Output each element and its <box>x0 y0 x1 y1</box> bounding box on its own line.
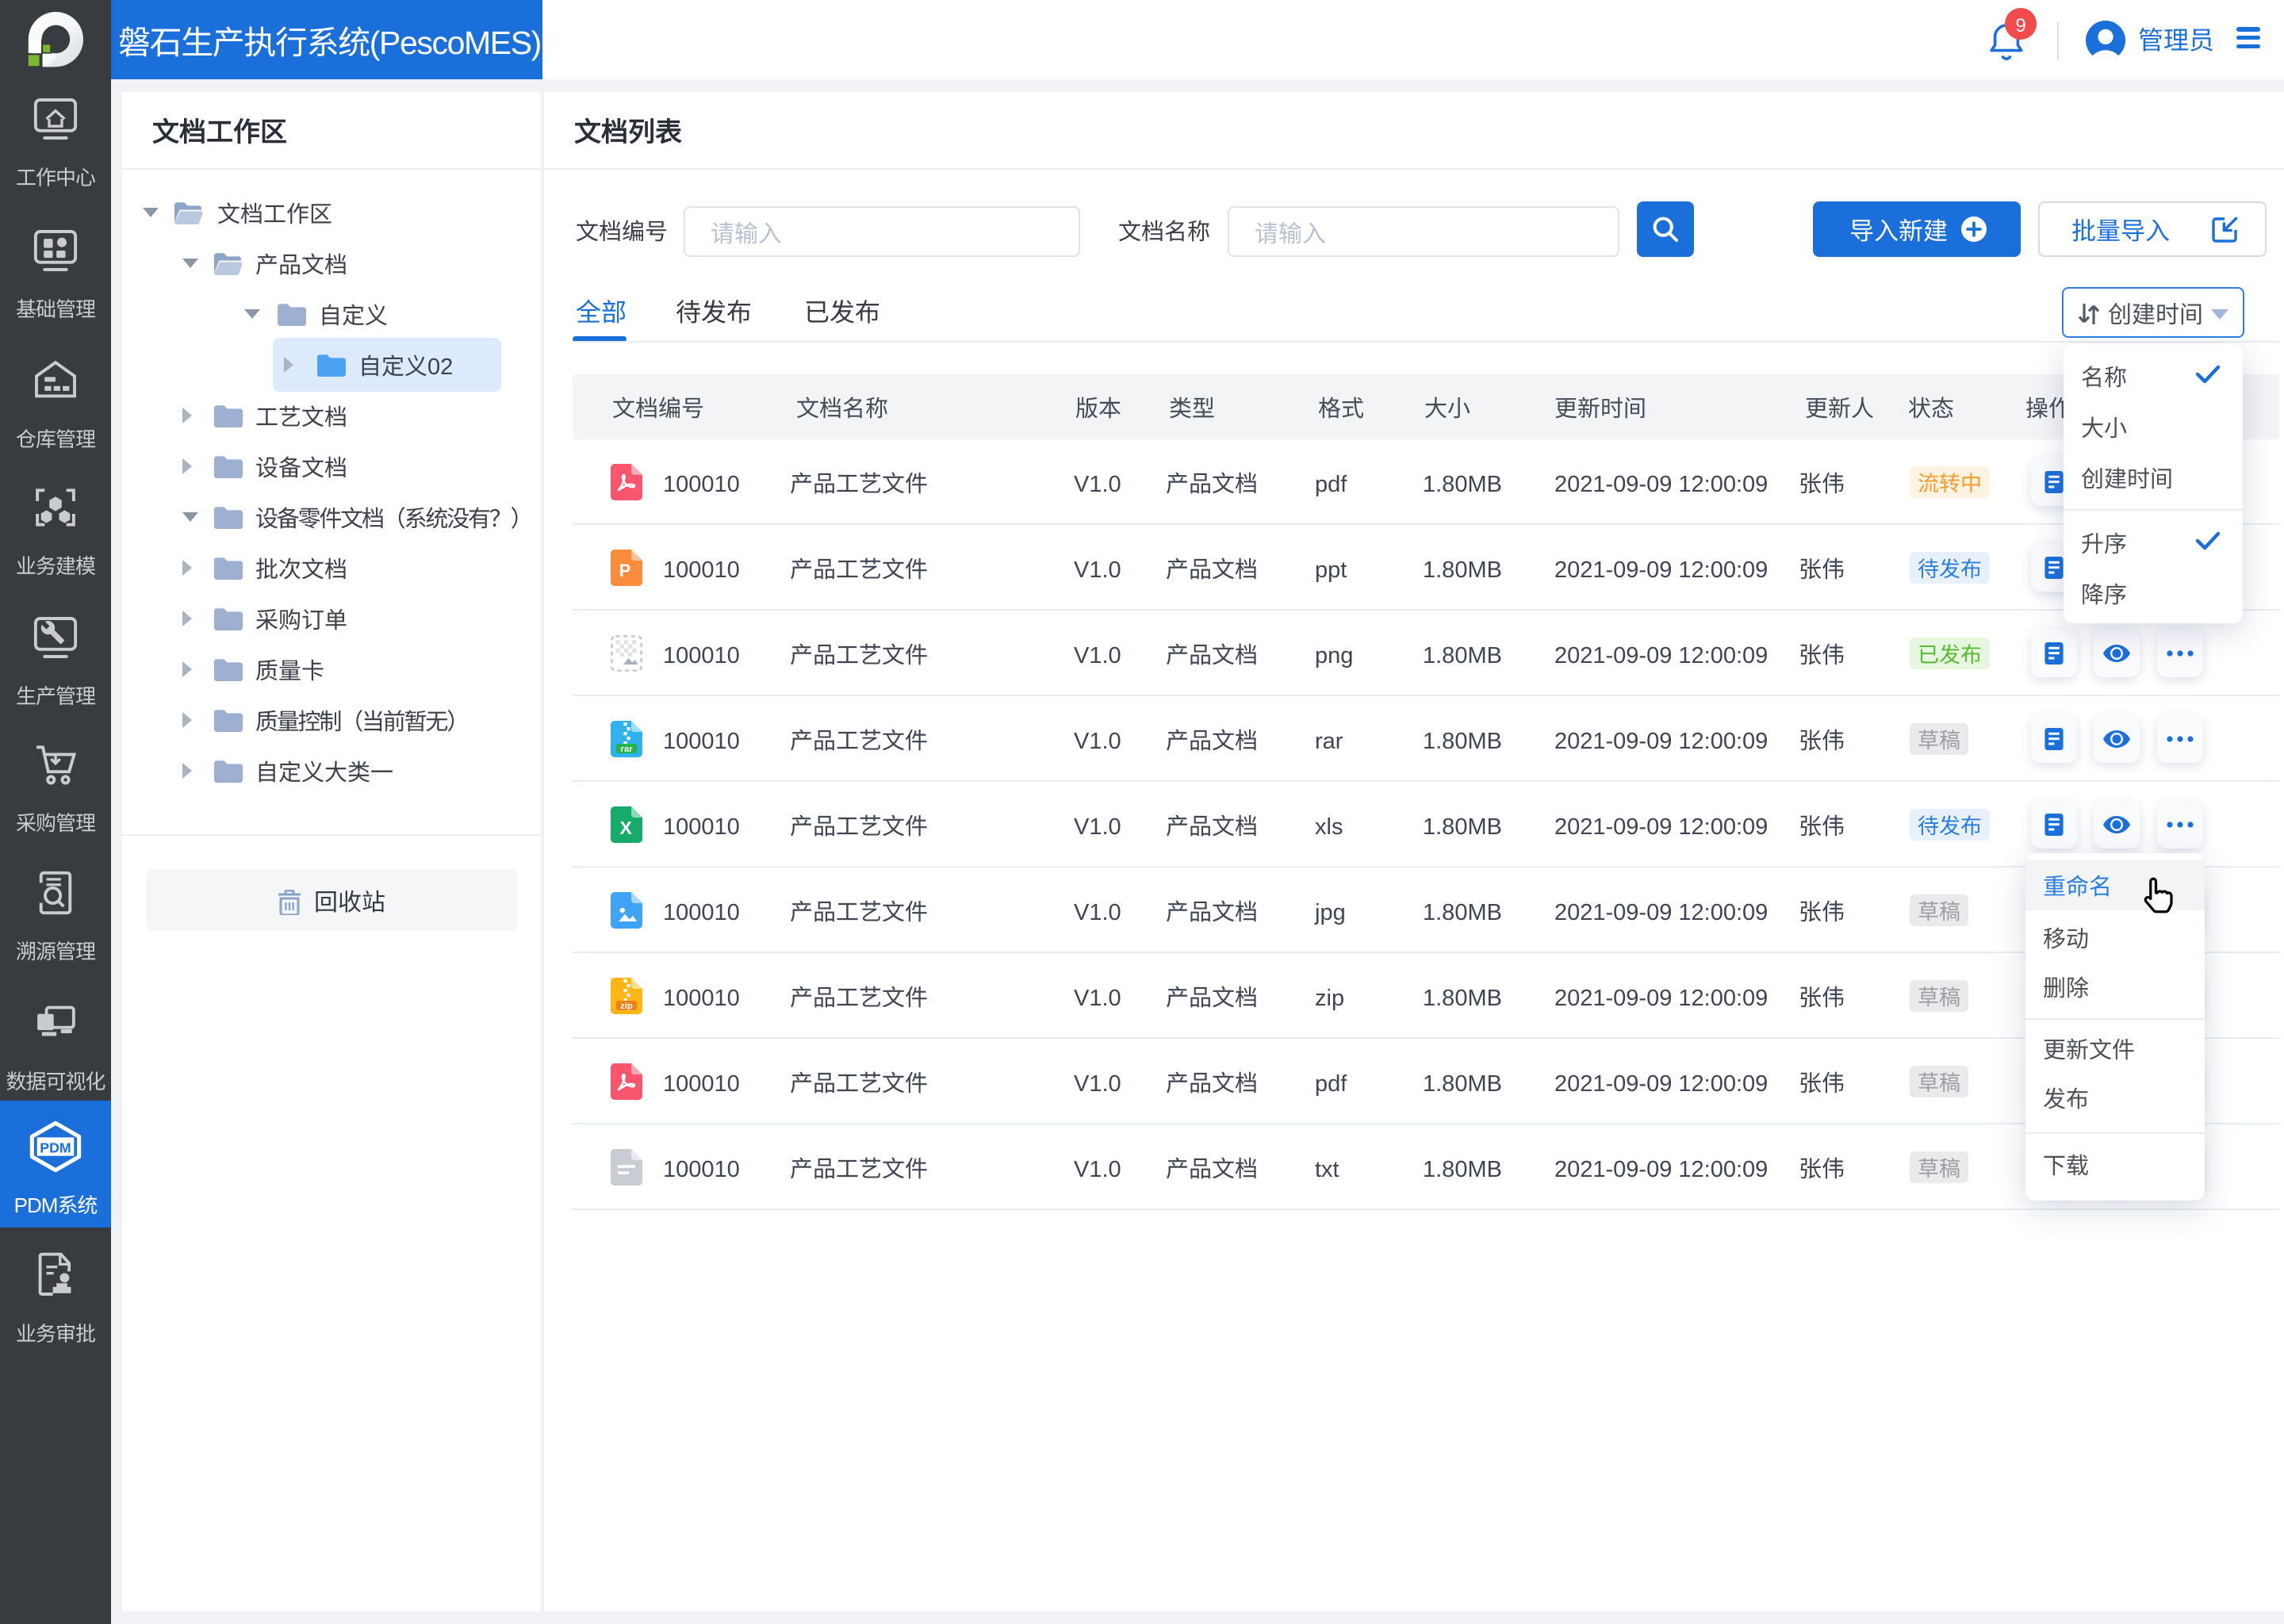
svg-text:PDM: PDM <box>40 1139 71 1155</box>
svg-text:zip: zip <box>620 1002 633 1011</box>
svg-text:rar: rar <box>621 745 634 754</box>
svg-text:P: P <box>619 561 631 580</box>
svg-text:X: X <box>620 818 633 838</box>
